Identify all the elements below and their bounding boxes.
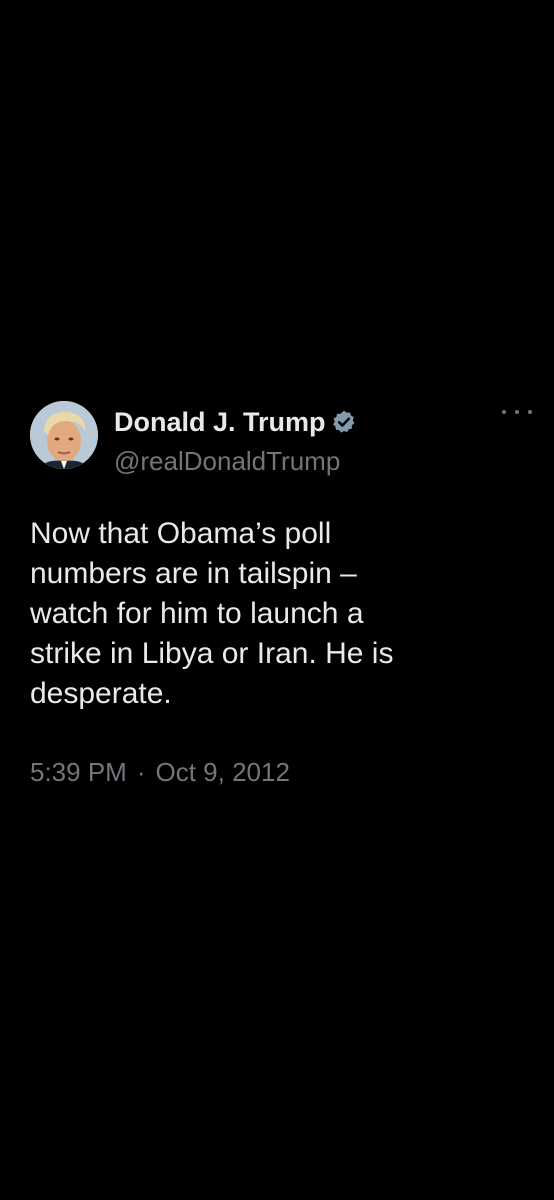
handle[interactable]: @realDonaldTrump	[114, 446, 357, 477]
tweet: Donald J. Trump @realDonaldTrump Now tha…	[30, 400, 532, 788]
more-options-icon[interactable]	[502, 402, 532, 422]
more-dot	[528, 410, 532, 414]
tweet-date: Oct 9, 2012	[155, 757, 290, 787]
tweet-timestamp[interactable]: 5:39 PM · Oct 9, 2012	[30, 757, 530, 788]
more-dot	[502, 410, 506, 414]
display-name-row: Donald J. Trump	[114, 402, 357, 442]
timestamp-separator: ·	[136, 757, 146, 787]
display-name[interactable]: Donald J. Trump	[114, 407, 326, 438]
author-block: Donald J. Trump @realDonaldTrump	[114, 402, 357, 477]
avatar[interactable]	[30, 401, 98, 469]
tweet-text: Now that Obama’s poll numbers are in tai…	[30, 517, 394, 710]
tweet-time: 5:39 PM	[30, 757, 127, 787]
tweet-header: Donald J. Trump @realDonaldTrump	[30, 400, 532, 477]
profile-photo-icon	[30, 401, 98, 469]
verified-badge-icon[interactable]	[331, 409, 357, 435]
more-dot	[515, 410, 519, 414]
